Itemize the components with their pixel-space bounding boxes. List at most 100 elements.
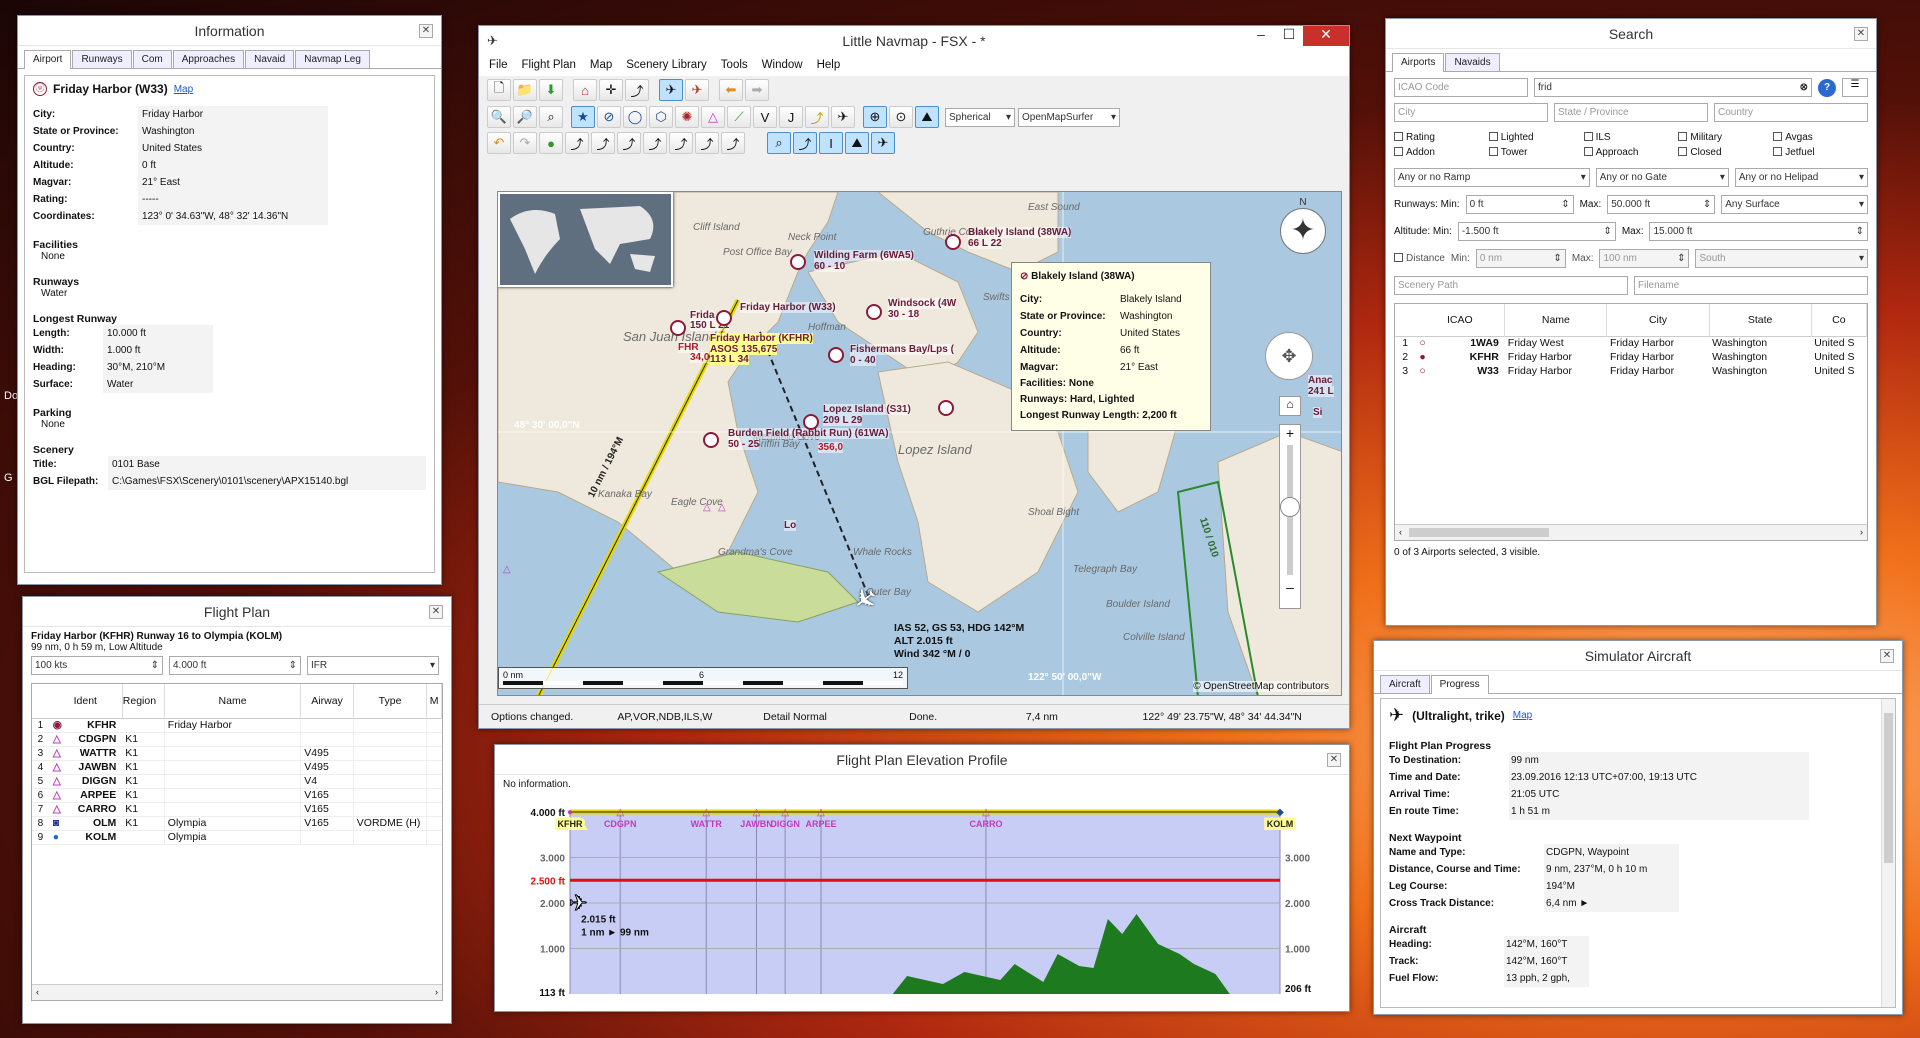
scroll-thumb[interactable] (1884, 713, 1893, 863)
airport-soft-icon[interactable]: ◯ (623, 106, 647, 128)
forward-icon[interactable]: ➡ (745, 79, 769, 101)
airport-icon[interactable] (803, 414, 819, 430)
airport-label[interactable]: Lopez Island (S31) (823, 404, 911, 415)
airport-icon[interactable] (866, 304, 882, 320)
table-row[interactable]: 2 △ CDGPN K1 (32, 732, 442, 746)
pan-control[interactable]: ✥ (1265, 332, 1313, 380)
route-direct-icon[interactable]: ⤴ (565, 132, 589, 154)
zoom-in-icon[interactable]: 🔍 (487, 106, 511, 128)
airport-label[interactable]: Wilding Farm (6WA5) (814, 250, 914, 261)
menu-tools[interactable]: Tools (721, 59, 748, 73)
airport-icon[interactable] (828, 347, 844, 363)
info-dock-icon[interactable]: I (819, 132, 843, 154)
airport-label[interactable]: Lo (784, 520, 797, 531)
tab-com[interactable]: Com (132, 50, 172, 68)
airport-label[interactable]: 30 - 18 (888, 309, 920, 320)
maximize-button[interactable]: ☐ (1275, 26, 1303, 46)
ils-icon[interactable]: ⟋ (727, 106, 751, 128)
table-row[interactable]: 2 ● KFHR Friday Harbor Friday Harbor Washingt… (1395, 350, 1867, 364)
facility-combo[interactable]: Any or no Gate ▾ (1595, 168, 1729, 187)
column-header[interactable]: ICAO (1415, 304, 1506, 336)
map-link[interactable]: Map (1513, 710, 1532, 721)
menu-flight-plan[interactable]: Flight Plan (522, 59, 576, 73)
menu-window[interactable]: Window (762, 59, 803, 73)
distance-max-spinbox[interactable]: 100 nm ⇕ (1599, 249, 1690, 268)
tab-navmap-leg[interactable]: Navmap Leg (295, 50, 370, 68)
desktop-icon-label[interactable]: Do (4, 390, 18, 402)
table-row[interactable]: 6 △ ARPEE K1 V165 (32, 788, 442, 802)
zoom-fit-icon[interactable]: ⌕ (539, 106, 563, 128)
airport-label[interactable]: Si (1313, 407, 1323, 418)
close-icon[interactable]: ✕ (419, 24, 433, 38)
airport-label[interactable]: 66 L 22 (968, 238, 1002, 249)
back-icon[interactable]: ⬅ (719, 79, 743, 101)
zoom-handle[interactable] (1280, 497, 1300, 517)
map-link[interactable]: Map (174, 84, 193, 95)
scenery-path-field[interactable]: Scenery Path (1394, 276, 1628, 295)
chevron-down-icon[interactable]: ▾ (1859, 172, 1864, 183)
airport-label[interactable]: Friday Harbor (W33) (740, 302, 836, 313)
checkbox-ils[interactable]: ILS (1583, 132, 1679, 143)
airport-label[interactable]: 209 L 29 (823, 415, 863, 426)
airport-label[interactable]: 50 - 25 (728, 439, 760, 450)
victor-airway-icon[interactable]: V (753, 106, 777, 128)
tab-airports[interactable]: Airports (1392, 53, 1445, 72)
checkbox-box[interactable] (1488, 147, 1498, 156)
airport-icon[interactable] (670, 320, 686, 336)
speed-spinbox[interactable]: 100 kts ⇕ (31, 656, 163, 675)
filename-field[interactable]: Filename (1634, 276, 1868, 295)
projection-combo[interactable]: Spherical ▾ (945, 107, 1015, 127)
route-edit-icon[interactable]: ⤴ (721, 132, 745, 154)
table-row[interactable]: 5 △ DIGGN K1 V4 (32, 774, 442, 788)
airport-label[interactable]: Friday Harbor (KFHR) (710, 333, 813, 344)
checkbox-box[interactable] (1583, 147, 1593, 156)
scroll-right-icon[interactable]: › (435, 987, 438, 998)
zoom-slider[interactable]: + – (1279, 424, 1301, 609)
close-icon[interactable]: ✕ (429, 605, 443, 619)
scroll-left-icon[interactable]: ‹ (36, 987, 39, 998)
close-icon[interactable]: ✕ (1880, 649, 1894, 663)
airport-label[interactable]: Blakely Island (38WA) (968, 227, 1072, 238)
tab-airport[interactable]: Airport (24, 50, 72, 69)
theme-combo[interactable]: OpenMapSurfer ▾ (1018, 107, 1120, 127)
menu-map[interactable]: Map (590, 59, 612, 73)
close-icon[interactable]: ✕ (1327, 753, 1341, 767)
direction-combo[interactable]: South ▾ (1695, 249, 1868, 268)
menu-scenery-library[interactable]: Scenery Library (626, 59, 707, 73)
table-row[interactable]: 8 ◙ OLM K1 Olympia V165 VORDME (H) (32, 816, 442, 830)
tab-progress[interactable]: Progress (1430, 675, 1489, 694)
checkbox-jetfuel[interactable]: Jetfuel (1773, 147, 1868, 158)
menu-file[interactable]: File (489, 59, 508, 73)
checkbox-box[interactable] (1773, 132, 1783, 141)
undo-icon[interactable]: ↶ (487, 132, 511, 154)
checkbox-box[interactable] (1678, 132, 1688, 141)
checkbox-rating[interactable]: Rating (1394, 132, 1489, 143)
route-reverse-icon[interactable]: ⤴ (669, 132, 693, 154)
menu-help[interactable]: Help (817, 59, 841, 73)
checkbox-avgas[interactable]: Avgas (1773, 132, 1868, 143)
tab-navaids[interactable]: Navaids (1445, 53, 1500, 71)
spin-arrows-icon[interactable]: ⇕ (289, 660, 297, 671)
name-search-field[interactable]: frid ⊗ (1534, 78, 1812, 97)
table-row[interactable]: 4 △ JAWBN K1 V495 (32, 760, 442, 774)
runways-min-spinbox[interactable]: 0 ft ⇕ (1465, 195, 1574, 214)
horizontal-scrollbar[interactable]: ‹ › (32, 984, 442, 1000)
menu-icon[interactable]: ☰ (1842, 78, 1868, 97)
checkbox-tower[interactable]: Tower (1488, 147, 1584, 158)
checkbox-box[interactable] (1773, 147, 1783, 156)
column-header[interactable]: Airway (300, 684, 354, 718)
flightplan-icon[interactable]: ⤴ (805, 106, 829, 128)
column-header[interactable]: M (426, 684, 442, 718)
elevation-dock-icon[interactable]: ⛰ (845, 132, 869, 154)
airport-label[interactable]: 34,0 (690, 352, 710, 363)
aircraft-icon[interactable]: ✈ (831, 106, 855, 128)
checkbox-box[interactable] (1488, 132, 1498, 141)
airport-icon[interactable] (938, 400, 954, 416)
route-icon[interactable]: ⤴ (625, 79, 649, 101)
route-high-icon[interactable]: ⤴ (617, 132, 641, 154)
vor-icon[interactable]: ⬡ (649, 106, 673, 128)
center-icon[interactable]: ✛ (599, 79, 623, 101)
flight-plan-dock-icon[interactable]: ⤴ (793, 132, 817, 154)
ndb-icon[interactable]: ✺ (675, 106, 699, 128)
state-field[interactable]: State / Province (1554, 103, 1708, 122)
